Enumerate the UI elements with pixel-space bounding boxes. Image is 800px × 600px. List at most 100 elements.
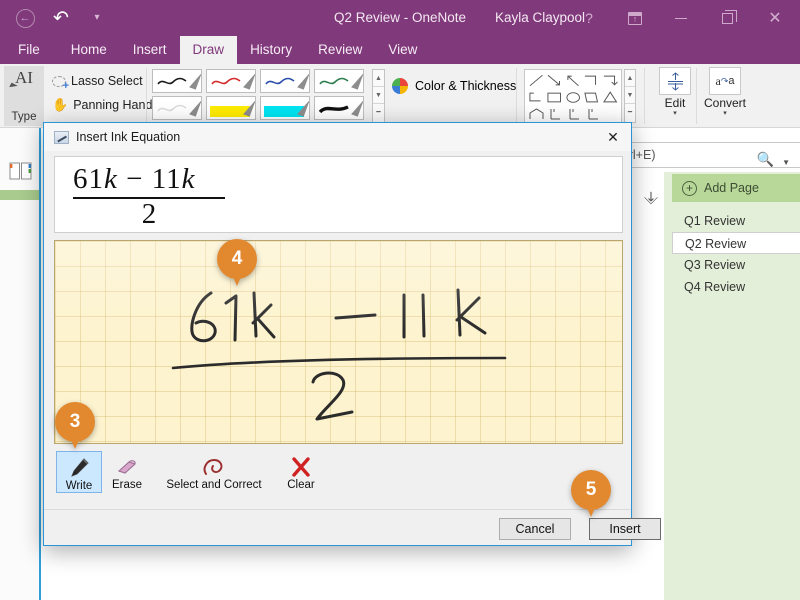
ribbon-display-options-icon[interactable] [612,0,658,36]
page-item-q2[interactable]: Q2 Review [672,232,800,254]
tab-home[interactable]: Home [58,36,120,64]
shape-parallelogram[interactable] [583,90,599,105]
type-tool-label: Type [11,111,37,123]
tab-review[interactable]: Review [305,36,375,64]
ink-equation-icon [54,130,69,144]
restore-icon[interactable] [704,0,750,36]
shape-elbow-arrow[interactable] [528,90,544,105]
clear-tool[interactable]: Clear [278,451,324,491]
pen-icon [57,455,101,480]
add-page-label: Add Page [704,181,759,195]
window-controls: ? ✕ [566,0,800,36]
shape-pentagon[interactable] [528,107,545,122]
tab-view[interactable]: View [375,36,430,64]
search-icon[interactable]: 🔍 [757,147,774,171]
shape-rectangle[interactable] [546,90,562,105]
scroll-down-icon[interactable]: ▼ [373,87,384,104]
equation-preview: 61k − 11k 2 [54,156,623,233]
select-and-correct-label: Select and Correct [166,479,262,491]
ribbon: AI Type Lasso Select ✋ Panning Hand [0,64,800,128]
ink-writing-area[interactable] [54,240,623,444]
pen-swatch-white[interactable] [152,96,202,120]
shape-axis-2[interactable] [566,107,583,122]
highlighter-swatch-yellow[interactable] [206,96,256,120]
pen-swatch-black[interactable] [152,69,202,93]
notebook-icon[interactable] [9,162,32,180]
help-button[interactable]: ? [566,0,612,36]
dialog-title-text: Insert Ink Equation [76,130,181,144]
tab-history[interactable]: History [237,36,305,64]
select-and-correct-tool[interactable]: Select and Correct [152,451,276,491]
back-arrow-icon[interactable]: ← [8,3,42,33]
scroll-up-icon[interactable]: ▲ [373,70,384,87]
shape-ellipse[interactable] [565,90,581,105]
shape-gallery[interactable] [524,69,622,123]
pen-swatch-blue[interactable] [260,69,310,93]
pen-swatch-thick-black[interactable] [314,96,364,120]
convert-button[interactable]: a ↷ a Convert ▾ [700,67,750,118]
shape-corner-down[interactable] [602,73,618,88]
insert-ink-equation-dialog: Insert Ink Equation ✕ 61k − 11k 2 Write … [43,122,661,546]
dialog-footer: Cancel Insert [44,509,661,545]
shape-axis-3[interactable] [585,107,602,122]
customize-quick-access-toolbar-icon[interactable]: ▾ [80,3,114,33]
shape-gallery-scrollbar[interactable]: ▲ ▼ ━ [624,69,636,123]
document-title-text: Q2 Review - OneNote [333,10,467,25]
shape-arrow-up-right[interactable] [565,73,581,88]
gallery-more-icon[interactable]: ━ [373,104,384,121]
lasso-select-icon [52,75,69,92]
shape-triangle[interactable] [602,90,618,105]
convert-button-label: Convert [703,96,747,110]
pen-gallery-scrollbar[interactable]: ▲ ▼ ━ [372,69,385,123]
highlighter-swatch-cyan[interactable] [260,96,310,120]
pen-swatch-green[interactable] [314,69,364,93]
red-x-icon [278,454,324,479]
shape-scroll-down-icon[interactable]: ▼ [625,87,635,104]
ink-tools: Write Erase Select and Correct Clear [56,451,324,499]
tab-draw[interactable]: Draw [179,36,238,64]
callout-badge-5: 5 [571,470,611,517]
type-tool-button[interactable]: AI Type [4,66,44,126]
expand-icon[interactable]: ⇲ [641,188,660,207]
cancel-button[interactable]: Cancel [499,518,571,540]
insert-button[interactable]: Insert [589,518,661,540]
erase-tool[interactable]: Erase [104,451,150,491]
color-wheel-icon [392,78,408,94]
write-tool-label: Write [65,480,93,492]
shape-corner-right[interactable] [583,73,599,88]
shape-diagonal-line[interactable] [528,73,544,88]
convert-chevron-down-icon[interactable]: ▾ [700,110,750,118]
clear-tool-label: Clear [287,479,315,491]
pen-swatch-red[interactable] [206,69,256,93]
minimize-icon[interactable] [658,0,704,36]
lasso-select-button[interactable]: Lasso Select [52,74,143,92]
pen-gallery[interactable] [152,69,370,123]
lasso-correct-icon [152,454,276,479]
color-and-thickness-button[interactable]: Color & Thickness [392,78,516,94]
tab-file[interactable]: File [0,36,58,64]
dialog-close-icon[interactable]: ✕ [595,123,631,151]
tab-insert[interactable]: Insert [120,36,180,64]
shape-axis-1[interactable] [547,107,564,122]
page-item-q3[interactable]: Q3 Review [672,254,800,276]
equation-preview-math: 61k − 11k 2 [73,163,225,229]
page-item-q1[interactable]: Q1 Review [672,210,800,232]
title-bar: ← ↶ ▾ Q2 Review - OneNote Kayla Claypool… [0,0,800,36]
shape-scroll-up-icon[interactable]: ▲ [625,70,635,87]
denominator: 2 [141,198,157,230]
write-tool[interactable]: Write [56,451,102,493]
notebook-rail [0,128,40,600]
dialog-title-bar: Insert Ink Equation [44,123,631,151]
edit-chevron-down-icon[interactable]: ▾ [650,110,700,118]
page-list: Q1 Review Q2 Review Q3 Review Q4 Review [672,210,800,298]
add-page-button[interactable]: + Add Page [672,174,800,202]
insert-space-icon [659,67,691,95]
panning-hand-button[interactable]: ✋ Panning Hand [52,97,152,113]
shape-more-icon[interactable]: ━ [625,104,635,121]
close-icon[interactable]: ✕ [750,0,800,36]
page-item-q4[interactable]: Q4 Review [672,276,800,298]
shape-arrow-down-right[interactable] [546,73,562,88]
undo-icon[interactable]: ↶ [44,3,78,33]
edit-button[interactable]: Edit ▾ [650,67,700,118]
ribbon-tabs: File Home Insert Draw History Review Vie… [0,36,800,64]
